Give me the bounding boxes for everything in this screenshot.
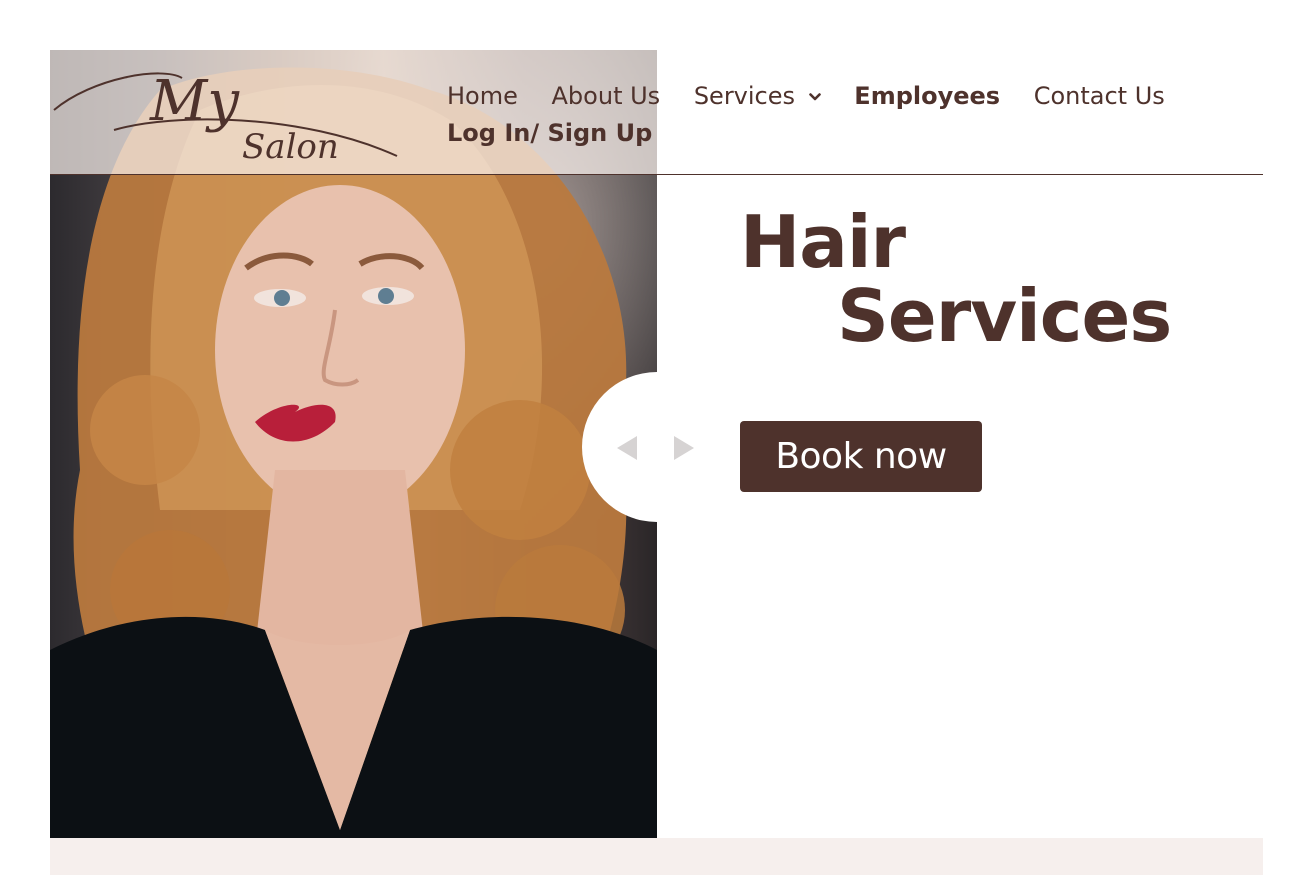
nav-services[interactable]: Services [694,78,821,115]
hero-title-line1: Hair [740,200,906,284]
book-now-button[interactable]: Book now [740,421,982,492]
footer-band [50,838,1263,875]
header-divider [50,174,1263,175]
chevron-down-icon [808,93,821,101]
page: My Salon Home About Us Services Employee… [50,50,1263,875]
nav-services-label: Services [693,82,796,110]
triangle-left-icon[interactable] [617,436,637,460]
main-nav: Home About Us Services Employees Contact… [447,78,1257,152]
hero-title-line2: Services [837,274,1172,358]
slider-control [582,372,732,522]
nav-login-signup[interactable]: Log In/ Sign Up [447,115,652,152]
nav-employees[interactable]: Employees [854,78,1000,115]
logo-text-line2: Salon [242,127,339,167]
salon-logo[interactable]: My Salon [52,58,402,168]
logo-text-line1: My [149,69,240,134]
triangle-right-icon[interactable] [674,436,694,460]
nav-about-us[interactable]: About Us [552,78,661,115]
hero-title: Hair Services [740,200,1172,358]
nav-contact-us[interactable]: Contact Us [1034,78,1165,115]
nav-home[interactable]: Home [447,78,518,115]
